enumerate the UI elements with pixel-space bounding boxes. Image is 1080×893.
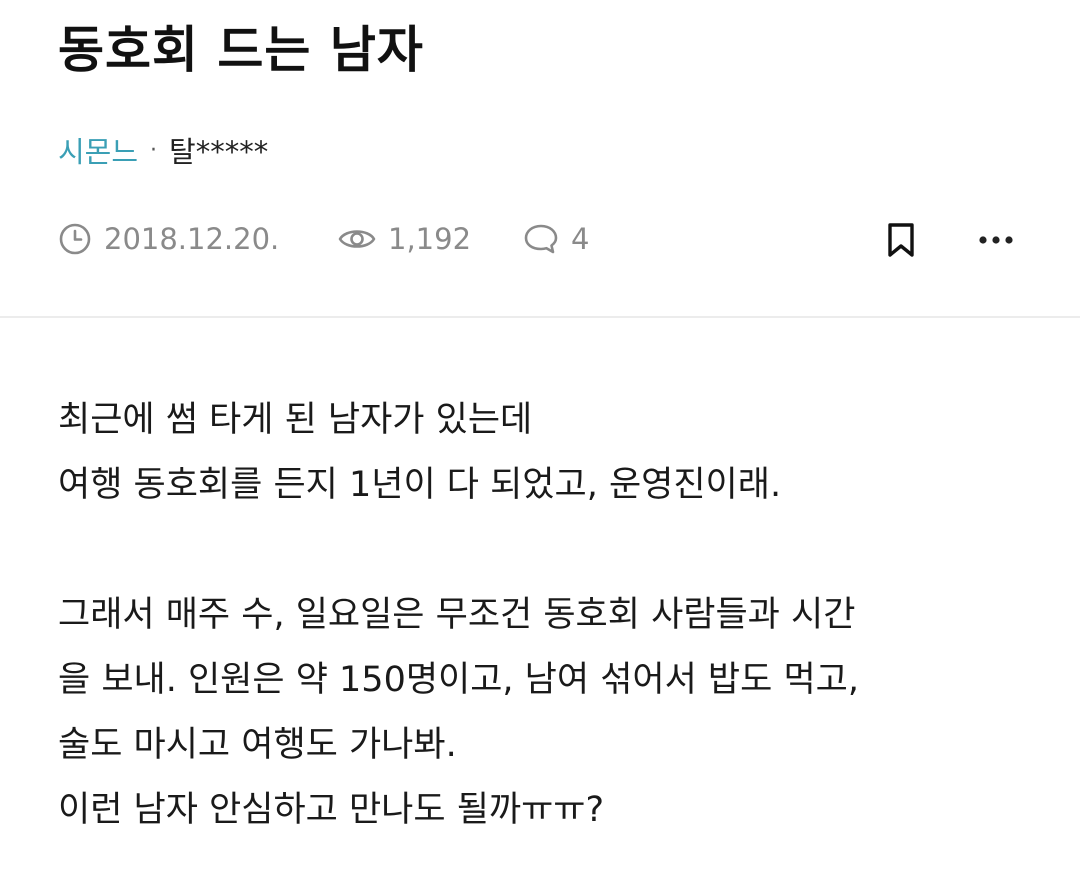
body-line: 최근에 썸 타게 된 남자가 있는데 [58, 400, 533, 440]
post-title: 동호회 드는 남자 [58, 21, 424, 79]
post-stats-bar: 2018.12.20. 1,192 4 [58, 214, 1022, 264]
body-line: 술도 마시고 여행도 가나봐. [58, 725, 457, 765]
meta-separator: · [150, 137, 158, 163]
post-comments-count: 4 [571, 222, 590, 256]
post-views-count: 1,192 [388, 222, 472, 256]
cafe-name-link[interactable]: 시몬느 [58, 129, 138, 171]
comment-bubble-icon [524, 224, 558, 254]
post-comments[interactable]: 4 [523, 214, 589, 264]
eye-icon [338, 230, 376, 248]
body-line: 이런 남자 안심하고 만나도 될까ㅠㅠ? [58, 790, 605, 830]
more-options-button[interactable] [974, 220, 1018, 260]
clock-icon [59, 223, 91, 255]
bookmark-icon [888, 223, 914, 257]
author-name[interactable]: 탈***** [169, 129, 268, 171]
bookmark-button[interactable] [881, 220, 921, 260]
body-line: 을 보내. 인원은 약 150명이고, 남여 섞어서 밥도 먹고, [58, 660, 859, 700]
post-date-text: 2018.12.20. [104, 222, 280, 256]
post-author-line: 시몬느 · 탈***** [58, 129, 268, 171]
post-date: 2018.12.20. [58, 214, 279, 264]
more-dots-icon [979, 236, 1013, 244]
post-body: 최근에 썸 타게 된 남자가 있는데 여행 동호회를 든지 1년이 다 되었고,… [58, 388, 1038, 843]
body-line: 여행 동호회를 든지 1년이 다 되었고, 운영진이래. [58, 465, 782, 505]
header-divider [0, 316, 1080, 318]
post-views: 1,192 [338, 214, 471, 264]
body-line: 그래서 매주 수, 일요일은 무조건 동호회 사람들과 시간 [58, 595, 856, 635]
